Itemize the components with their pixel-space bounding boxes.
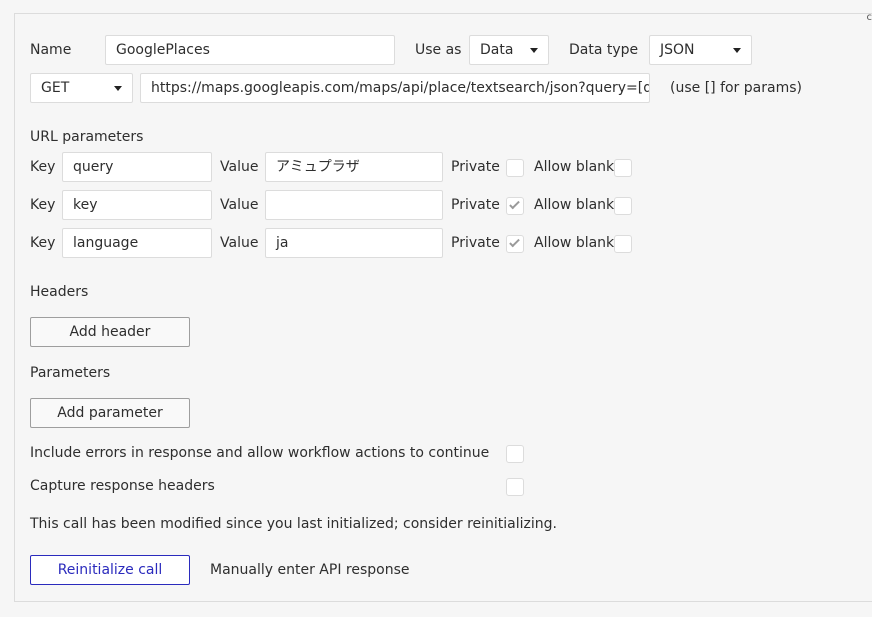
data-type-label: Data type	[569, 42, 639, 58]
use-as-dropdown[interactable]: Data	[469, 35, 549, 65]
corner-glyph: c	[866, 12, 872, 23]
param-value-input[interactable]: アミュプラザ	[265, 152, 443, 182]
data-type-value: JSON	[660, 42, 695, 58]
param-private-label: Private	[451, 197, 500, 213]
param-key-input[interactable]: key	[62, 190, 212, 220]
param-key-input[interactable]: query	[62, 152, 212, 182]
param-private-checkbox[interactable]	[506, 159, 524, 177]
method-value: GET	[41, 80, 70, 96]
param-allow-blank-label: Allow blank	[534, 159, 615, 175]
param-private-checkbox[interactable]	[506, 197, 524, 215]
name-label: Name	[30, 42, 72, 58]
capture-headers-checkbox[interactable]	[506, 478, 524, 496]
add-parameter-button[interactable]: Add parameter	[30, 398, 190, 428]
status-message: This call has been modified since you la…	[30, 516, 557, 532]
param-key-label: Key	[30, 235, 56, 251]
use-as-value: Data	[480, 42, 514, 58]
param-private-label: Private	[451, 159, 500, 175]
include-errors-label: Include errors in response and allow wor…	[30, 445, 490, 461]
param-key-label: Key	[30, 159, 56, 175]
param-allow-blank-label: Allow blank	[534, 235, 615, 251]
name-input[interactable]: GooglePlaces	[105, 35, 395, 65]
reinitialize-call-button[interactable]: Reinitialize call	[30, 555, 190, 585]
param-value-label: Value	[220, 159, 259, 175]
param-value-label: Value	[220, 235, 259, 251]
method-dropdown[interactable]: GET	[30, 73, 133, 103]
param-value-label: Value	[220, 197, 259, 213]
param-key-label: Key	[30, 197, 56, 213]
chevron-down-icon	[530, 48, 538, 53]
param-key-input[interactable]: language	[62, 228, 212, 258]
checkmark-icon	[509, 198, 520, 210]
include-errors-checkbox[interactable]	[506, 445, 524, 463]
chevron-down-icon	[733, 48, 741, 53]
manual-response-link[interactable]: Manually enter API response	[210, 560, 409, 580]
param-private-checkbox[interactable]	[506, 235, 524, 253]
param-allow-blank-checkbox[interactable]	[614, 197, 632, 215]
param-allow-blank-checkbox[interactable]	[614, 235, 632, 253]
chevron-down-icon	[114, 86, 122, 91]
param-allow-blank-label: Allow blank	[534, 197, 615, 213]
url-input[interactable]: https://maps.googleapis.com/maps/api/pla…	[140, 73, 650, 103]
param-allow-blank-checkbox[interactable]	[614, 159, 632, 177]
capture-headers-label: Capture response headers	[30, 478, 215, 494]
url-parameters-heading: URL parameters	[30, 129, 144, 145]
parameters-heading: Parameters	[30, 365, 111, 381]
url-hint: (use [] for params)	[670, 80, 802, 96]
data-type-dropdown[interactable]: JSON	[649, 35, 752, 65]
param-value-input[interactable]: ja	[265, 228, 443, 258]
checkmark-icon	[509, 236, 520, 248]
use-as-label: Use as	[415, 42, 462, 58]
add-header-button[interactable]: Add header	[30, 317, 190, 347]
param-private-label: Private	[451, 235, 500, 251]
headers-heading: Headers	[30, 284, 89, 300]
param-value-input[interactable]	[265, 190, 443, 220]
